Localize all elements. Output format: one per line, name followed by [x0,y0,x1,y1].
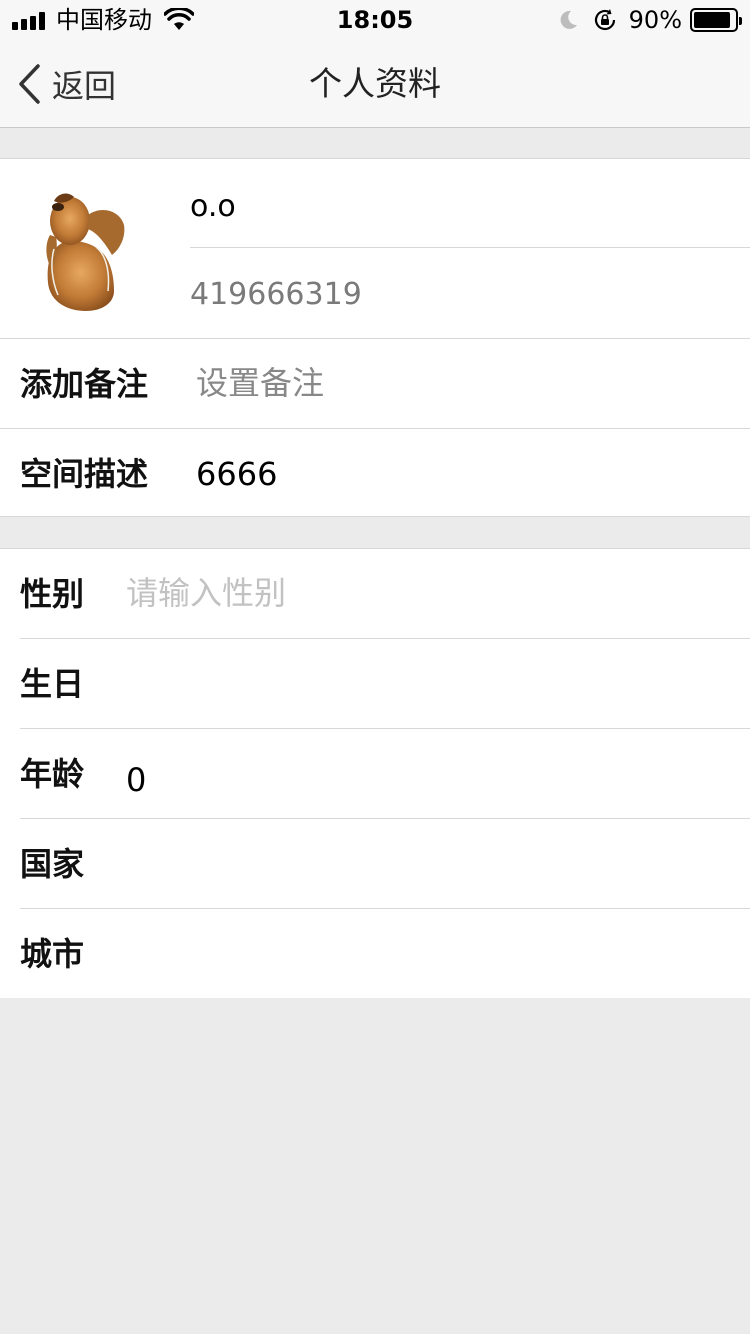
status-bar: 中国移动 18:05 90% [0,0,750,40]
divider [190,247,750,248]
country-label: 国家 [20,845,85,883]
profile-header: o.o 419666319 [0,158,750,339]
note-row[interactable]: 添加备注 [0,339,750,428]
battery-icon [690,8,742,32]
gender-label: 性别 [20,575,85,613]
age-value: 0 [126,761,147,799]
status-right: 90% [557,6,742,34]
birthday-label: 生日 [20,665,85,703]
page-title: 个人资料 [309,64,441,103]
detail-group: 性别 生日 年龄 0 国家 城市 [0,548,750,998]
gender-input[interactable] [126,571,686,615]
battery-fill [694,12,730,28]
space-desc-label: 空间描述 [20,455,149,493]
age-row[interactable]: 年龄 0 [0,729,750,818]
rotation-lock-icon [594,9,615,31]
space-desc-row[interactable]: 空间描述 6666 [0,429,750,517]
age-label: 年龄 [20,755,85,793]
city-row[interactable]: 城市 [0,909,750,998]
profile-id: 419666319 [190,277,362,312]
profile-name: o.o [190,189,236,224]
moon-icon [560,10,577,29]
city-label: 城市 [20,935,85,973]
country-row[interactable]: 国家 [0,819,750,908]
note-input[interactable] [196,361,716,405]
battery-percent: 90% [628,6,682,34]
note-label: 添加备注 [20,365,149,403]
space-desc-value: 6666 [196,455,278,493]
birthday-row[interactable]: 生日 [0,639,750,728]
nav-bar: 返回 个人资料 [0,40,750,128]
avatar[interactable] [40,191,140,311]
gender-row[interactable]: 性别 [0,549,750,638]
